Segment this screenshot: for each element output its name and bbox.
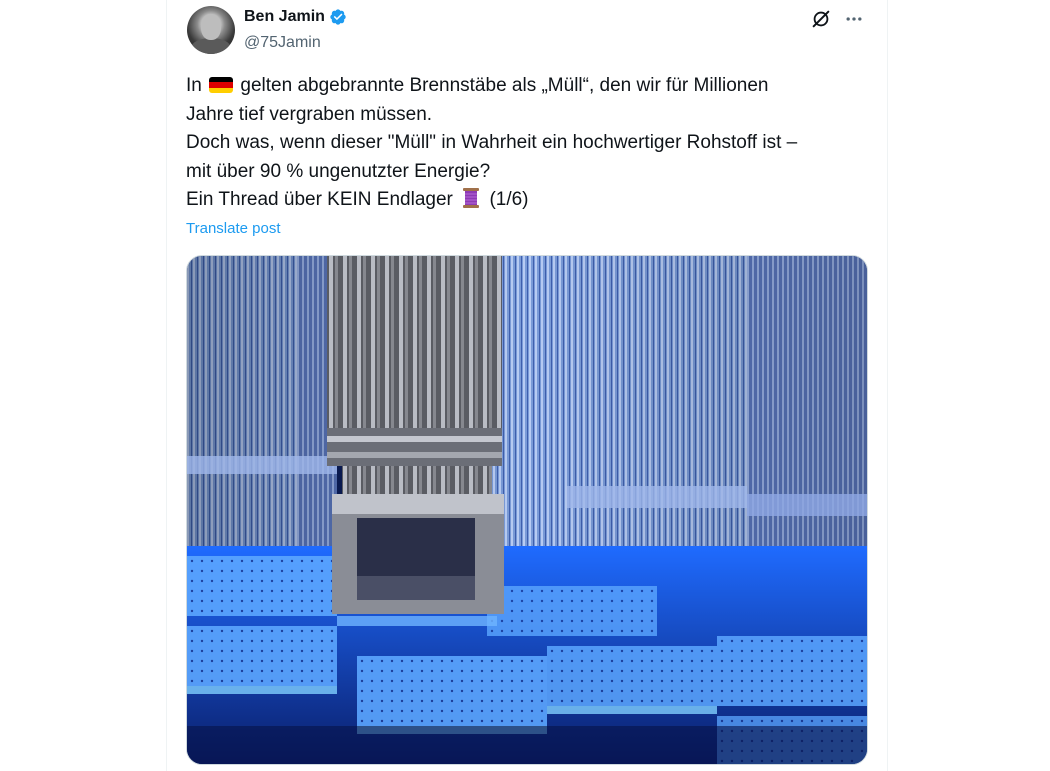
post-text-fragment: In [186,75,202,96]
avatar[interactable] [187,6,235,54]
thread-spool-icon [463,188,480,209]
post-text-fragment: Ein Thread über KEIN Endlager [186,189,453,211]
post-text-line-1: In gelten abgebrannte Brennstäbe als „Mü… [186,72,876,101]
post-text-line-2: Jahre tief vergraben müssen. [186,103,433,125]
author-handle[interactable]: @75Jamin [244,34,321,52]
post-text-fragment: gelten abgebrannte Brennstäbe als „Müll“… [240,75,769,96]
post-media-photo[interactable] [186,255,868,765]
translate-post-link[interactable]: Translate post [186,220,281,237]
author-name-row: Ben Jamin [244,8,347,26]
post-text-line-4: mit über 90 % ungenutzter Energie? [186,160,491,182]
author-display-name[interactable]: Ben Jamin [244,8,325,26]
germany-flag-icon [209,77,234,93]
fuel-assembly-photo [187,256,867,764]
post-text-fragment: (1/6) [489,189,529,211]
more-dots-icon[interactable] [844,9,864,29]
grok-icon[interactable] [810,8,832,30]
post-text-line-5: Ein Thread über KEIN Endlager (1/6) [186,186,876,215]
post-text-line-3: Doch was, wenn dieser "Müll" in Wahrheit… [186,132,798,154]
verified-badge-icon[interactable] [329,8,347,26]
post-text: In gelten abgebrannte Brennstäbe als „Mü… [186,72,876,215]
